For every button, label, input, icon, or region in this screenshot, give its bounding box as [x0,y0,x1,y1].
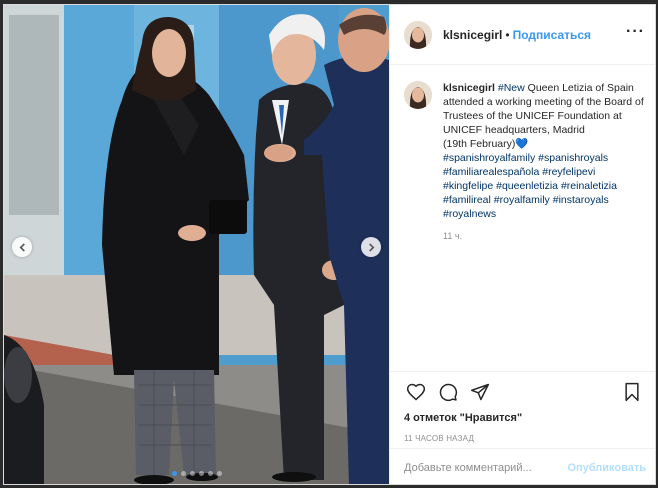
post-caption: klsnicegirl #New Queen Letizia of Spain … [443,81,648,221]
heart-emoji: 💙 [515,138,529,150]
hashtag-link[interactable]: #queenletizia [496,180,558,192]
post-modal: klsnicegirl • Подписаться ··· klsnicegir… [3,4,656,485]
comment-icon [439,383,458,402]
carousel-dot [216,471,222,476]
carousel-dot [198,471,204,476]
chevron-right-icon [368,242,374,252]
caption-row: klsnicegirl #New Queen Letizia of Spain … [404,81,644,241]
carousel-dot [171,471,177,476]
hashtag-list: #spanishroyalfamily #spanishroyals #fami… [443,152,617,220]
avatar[interactable] [404,20,432,49]
save-button[interactable] [620,380,644,404]
action-icons-row [404,380,644,404]
hashtag-link[interactable]: #instaroyals [553,194,609,206]
hashtag-link[interactable]: #familireal [443,194,491,206]
bookmark-icon [625,382,639,402]
post-timestamp[interactable]: 11 ЧАСОВ НАЗАД [404,434,644,443]
carousel-indicator [4,471,389,476]
likes-count[interactable]: 4 отметок "Нравится" [404,412,644,424]
avatar-image [404,20,432,49]
more-horizontal-icon[interactable]: ··· [626,24,645,40]
hashtag-link[interactable]: #reinaletizia [561,180,617,192]
hashtag-link[interactable]: #kingfelipe [443,180,493,192]
add-comment-bar: Опубликовать [390,448,655,484]
hashtag-link[interactable]: #spanishroyalfamily [443,152,535,164]
heart-icon [406,383,426,401]
post-photo[interactable] [4,5,389,484]
publish-button[interactable]: Опубликовать [567,462,646,474]
caption-username[interactable]: klsnicegirl [443,82,495,94]
hashtag-link[interactable]: #New [498,82,525,94]
avatar-image [404,81,432,109]
carousel-dot [180,471,186,476]
hashtag-link[interactable]: #reyfelipevi [542,166,595,178]
photo-image [4,5,389,484]
caption-avatar[interactable] [404,81,432,109]
comment-input[interactable] [404,461,568,474]
post-side-panel: klsnicegirl • Подписаться ··· klsnicegir… [389,5,655,484]
carousel-dot [207,471,213,476]
hashtag-link[interactable]: #royalnews [443,208,496,220]
comment-timestamp: 11 ч. [443,231,463,241]
hashtag-link[interactable]: #spanishroyals [538,152,608,164]
carousel-prev-button[interactable] [12,237,32,257]
like-button[interactable] [404,380,428,404]
carousel-next-button[interactable] [361,237,381,257]
header-separator: • [505,27,510,42]
paper-plane-icon [470,383,490,401]
share-button[interactable] [468,380,492,404]
post-author-username[interactable]: klsnicegirl [443,28,502,42]
follow-button[interactable]: Подписаться [513,28,591,42]
carousel-dot [189,471,195,476]
chevron-left-icon [19,242,25,252]
post-header: klsnicegirl • Подписаться ··· [390,5,655,65]
comment-button[interactable] [436,380,460,404]
comments-area[interactable]: klsnicegirl #New Queen Letizia of Spain … [390,66,655,371]
caption-date: (19th February) [443,138,516,150]
hashtag-link[interactable]: #familiarealespañola [443,166,539,178]
hashtag-link[interactable]: #royalfamily [494,194,550,206]
